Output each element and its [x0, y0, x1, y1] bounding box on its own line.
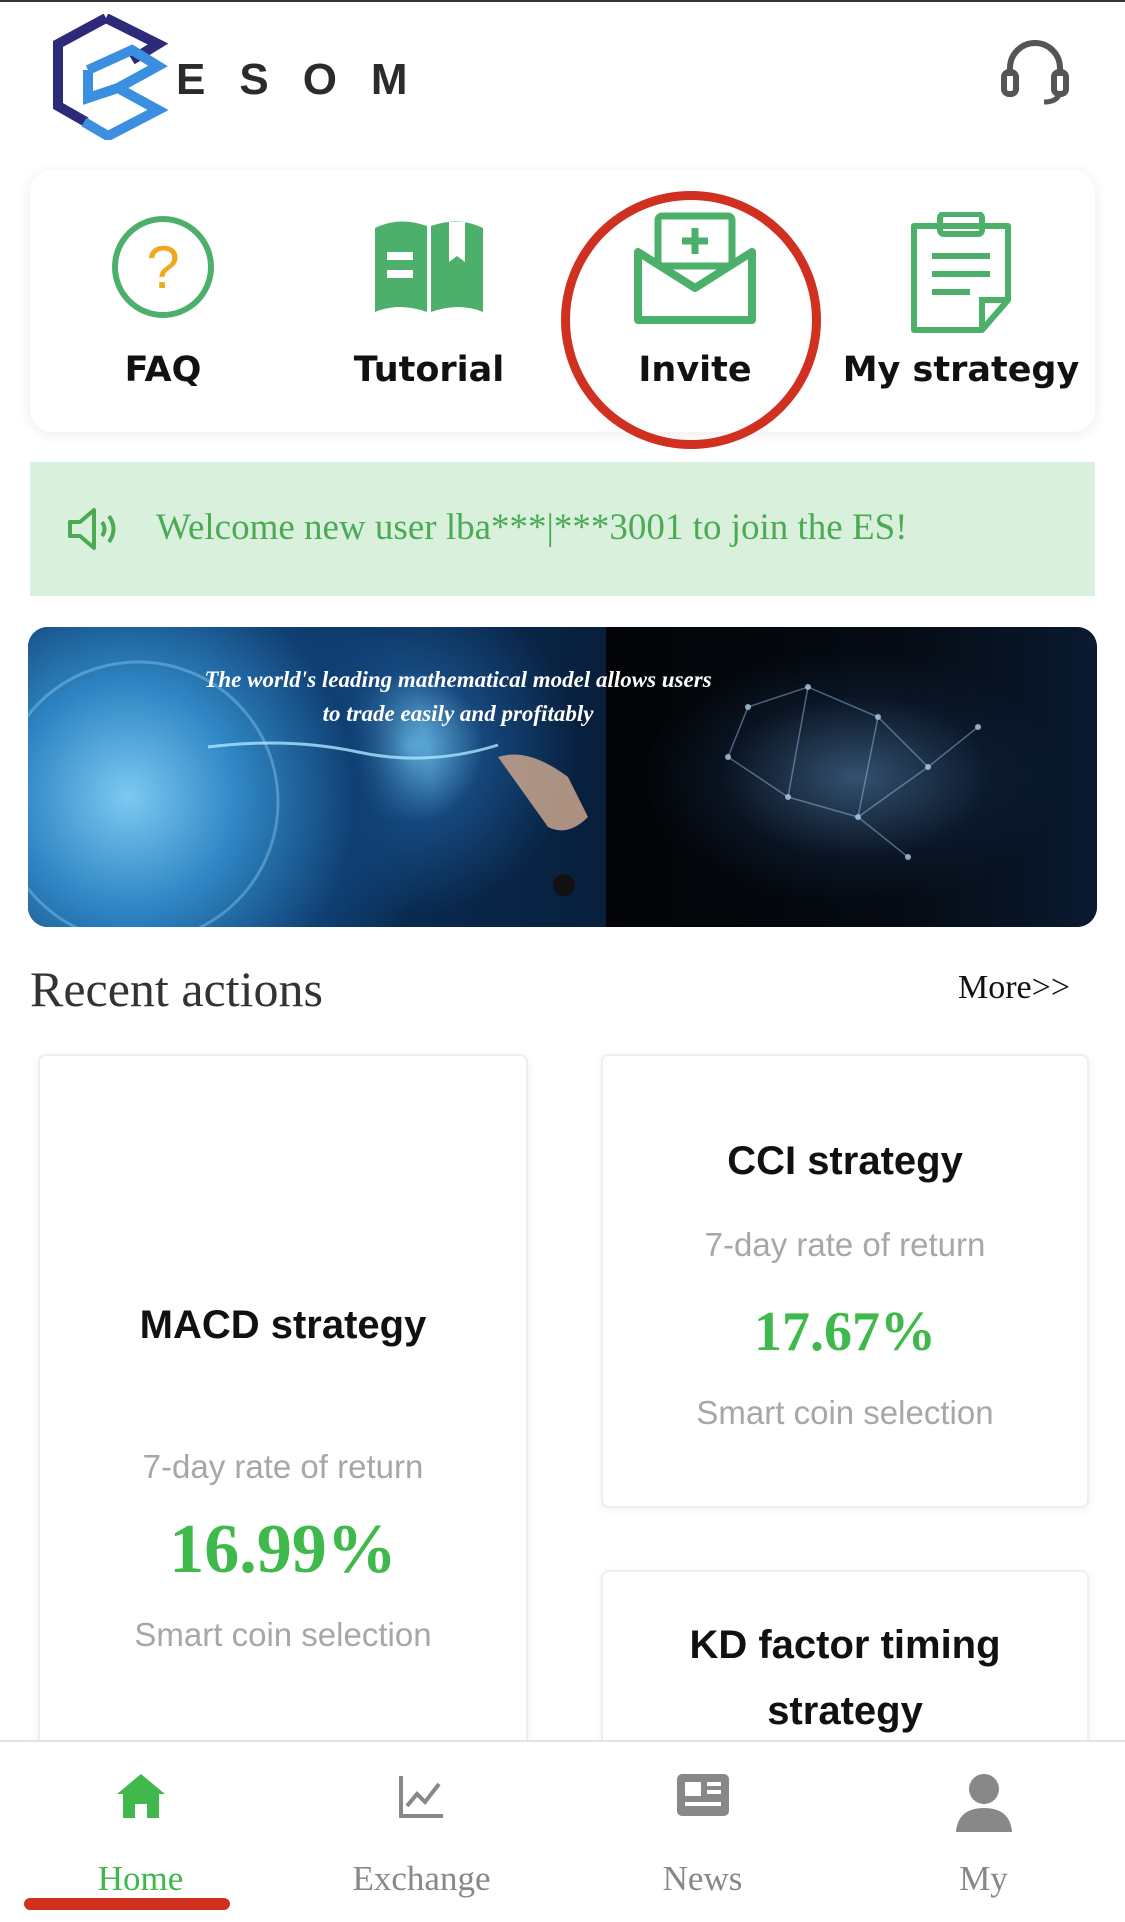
more-link[interactable]: More>>: [958, 969, 1070, 1007]
clipboard-icon: [911, 212, 1011, 333]
card-rate-value: 17.67%: [754, 1301, 936, 1363]
notice-text: Welcome new user lba***|***3001 to join …: [156, 507, 908, 548]
promo-banner[interactable]: The world's leading mathematical model a…: [28, 627, 1097, 927]
shortcut-label: My strategy: [842, 350, 1080, 390]
section-title: Recent actions: [30, 961, 323, 1017]
nav-exchange[interactable]: Exchange: [281, 1742, 562, 1922]
card-tag: Smart coin selection: [696, 1394, 994, 1431]
shortcut-my-strategy[interactable]: My strategy: [828, 170, 1094, 432]
shortcut-label: Tutorial: [353, 350, 505, 390]
logo-text: ESOM: [176, 55, 442, 104]
nav-news[interactable]: News: [562, 1742, 843, 1922]
nav-home[interactable]: Home: [0, 1742, 281, 1922]
book-icon: [375, 221, 483, 312]
card-rate-value: 16.99%: [169, 1511, 397, 1588]
shortcut-label: FAQ: [124, 350, 202, 390]
app-header: ESOM: [0, 0, 1125, 160]
card-title: MACD strategy: [139, 1303, 427, 1347]
newspaper-icon: [676, 1774, 729, 1816]
card-title: KD factor timing: [689, 1623, 1001, 1667]
card-title: strategy: [767, 1689, 923, 1733]
shortcut-faq[interactable]: ? FAQ: [30, 170, 296, 432]
chart-line-icon: [398, 1776, 443, 1818]
strategy-card-cci[interactable]: CCI strategy 7-day rate of return 17.67%…: [601, 1054, 1089, 1508]
card-tag: Smart coin selection: [134, 1616, 432, 1653]
carousel-dot[interactable]: [553, 874, 575, 896]
question-circle-icon: ?: [112, 216, 214, 318]
nav-my[interactable]: My: [843, 1742, 1124, 1922]
nav-label: Home: [97, 1859, 184, 1898]
card-title: CCI strategy: [727, 1139, 963, 1183]
card-rate-label: 7-day rate of return: [704, 1226, 986, 1263]
banner-caption: The world's leading mathematical model a…: [204, 667, 712, 726]
nav-label: My: [959, 1859, 1008, 1898]
headset-icon[interactable]: [1000, 36, 1070, 106]
notice-bar: Welcome new user lba***|***3001 to join …: [30, 462, 1095, 596]
nav-label: News: [662, 1859, 743, 1898]
home-icon: [116, 1774, 165, 1818]
strategy-card-macd[interactable]: MACD strategy 7-day rate of return 16.99…: [38, 1054, 528, 1758]
active-tab-indicator: [24, 1898, 230, 1910]
user-icon: [955, 1774, 1012, 1832]
svg-text:?: ?: [146, 234, 179, 301]
shortcut-tutorial[interactable]: Tutorial: [296, 170, 562, 432]
card-rate-label: 7-day rate of return: [142, 1448, 424, 1485]
nav-label: Exchange: [352, 1859, 491, 1898]
bottom-nav: Home Exchange News My: [0, 1740, 1125, 1922]
annotation-circle: [561, 191, 821, 449]
speaker-icon: [68, 508, 116, 550]
logo-icon: [53, 14, 168, 140]
